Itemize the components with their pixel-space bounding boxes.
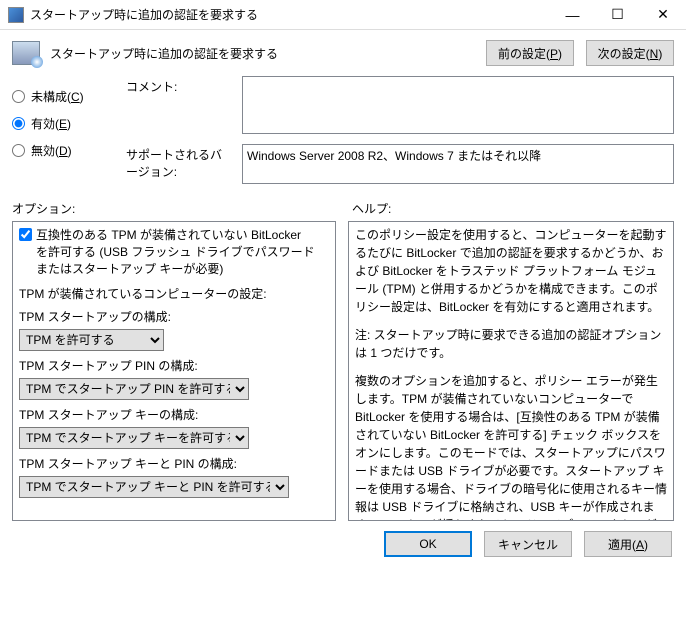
titlebar: スタートアップ時に追加の認証を要求する ― ☐ ✕ <box>0 0 686 30</box>
header: スタートアップ時に追加の認証を要求する 前の設定(P) 次の設定(N) <box>0 30 686 72</box>
minimize-button[interactable]: ― <box>550 0 595 29</box>
radio-enabled[interactable]: 有効(E) <box>12 115 118 132</box>
help-panel: このポリシー設定を使用すると、コンピューターを起動するたびに BitLocker… <box>348 221 674 521</box>
tpm-keypin-label: TPM スタートアップ キーと PIN の構成: <box>19 455 335 472</box>
ok-button[interactable]: OK <box>384 531 472 557</box>
tpm-key-select[interactable]: TPM でスタートアップ キーを許可する <box>19 427 249 449</box>
tpm-pin-select[interactable]: TPM でスタートアップ PIN を許可する <box>19 378 249 400</box>
tpm-pin-label: TPM スタートアップ PIN の構成: <box>19 357 335 374</box>
tpm-key-label: TPM スタートアップ キーの構成: <box>19 406 335 423</box>
radio-disabled[interactable]: 無効(D) <box>12 142 118 159</box>
radio-not-configured[interactable]: 未構成(C) <box>12 88 118 105</box>
supported-value: Windows Server 2008 R2、Windows 7 またはそれ以降 <box>242 144 674 184</box>
help-p2: 注: スタートアップ時に要求できる追加の認証オプションは 1 つだけです。 <box>355 326 667 362</box>
cancel-button[interactable]: キャンセル <box>484 531 572 557</box>
tpm-keypin-select[interactable]: TPM でスタートアップ キーと PIN を許可する <box>19 476 289 498</box>
options-panel: 互換性のある TPM が装備されていない BitLocker を許可する (US… <box>12 221 336 521</box>
close-button[interactable]: ✕ <box>640 0 686 29</box>
tpm-startup-select[interactable]: TPM を許可する <box>19 329 164 351</box>
allow-no-tpm-label: 互換性のある TPM が装備されていない BitLocker を許可する (US… <box>36 226 316 277</box>
comment-textarea[interactable] <box>242 76 674 134</box>
supported-label: サポートされるバージョン: <box>126 144 232 184</box>
header-title: スタートアップ時に追加の認証を要求する <box>50 45 476 62</box>
policy-icon <box>12 41 40 65</box>
tpm-startup-label: TPM スタートアップの構成: <box>19 308 335 325</box>
previous-setting-button[interactable]: 前の設定(P) <box>486 40 574 66</box>
apply-button[interactable]: 適用(A) <box>584 531 672 557</box>
help-p1: このポリシー設定を使用すると、コンピューターを起動するたびに BitLocker… <box>355 226 667 316</box>
allow-no-tpm-checkbox[interactable] <box>19 228 32 241</box>
next-setting-button[interactable]: 次の設定(N) <box>586 40 674 66</box>
help-section-label: ヘルプ: <box>352 200 391 217</box>
app-icon <box>8 7 24 23</box>
comment-label: コメント: <box>126 76 232 134</box>
tpm-config-label: TPM が装備されているコンピューターの設定: <box>19 285 335 302</box>
maximize-button[interactable]: ☐ <box>595 0 640 29</box>
window-title: スタートアップ時に追加の認証を要求する <box>30 6 550 23</box>
help-p3: 複数のオプションを追加すると、ポリシー エラーが発生します。TPM が装備されて… <box>355 372 667 520</box>
options-section-label: オプション: <box>12 200 332 217</box>
